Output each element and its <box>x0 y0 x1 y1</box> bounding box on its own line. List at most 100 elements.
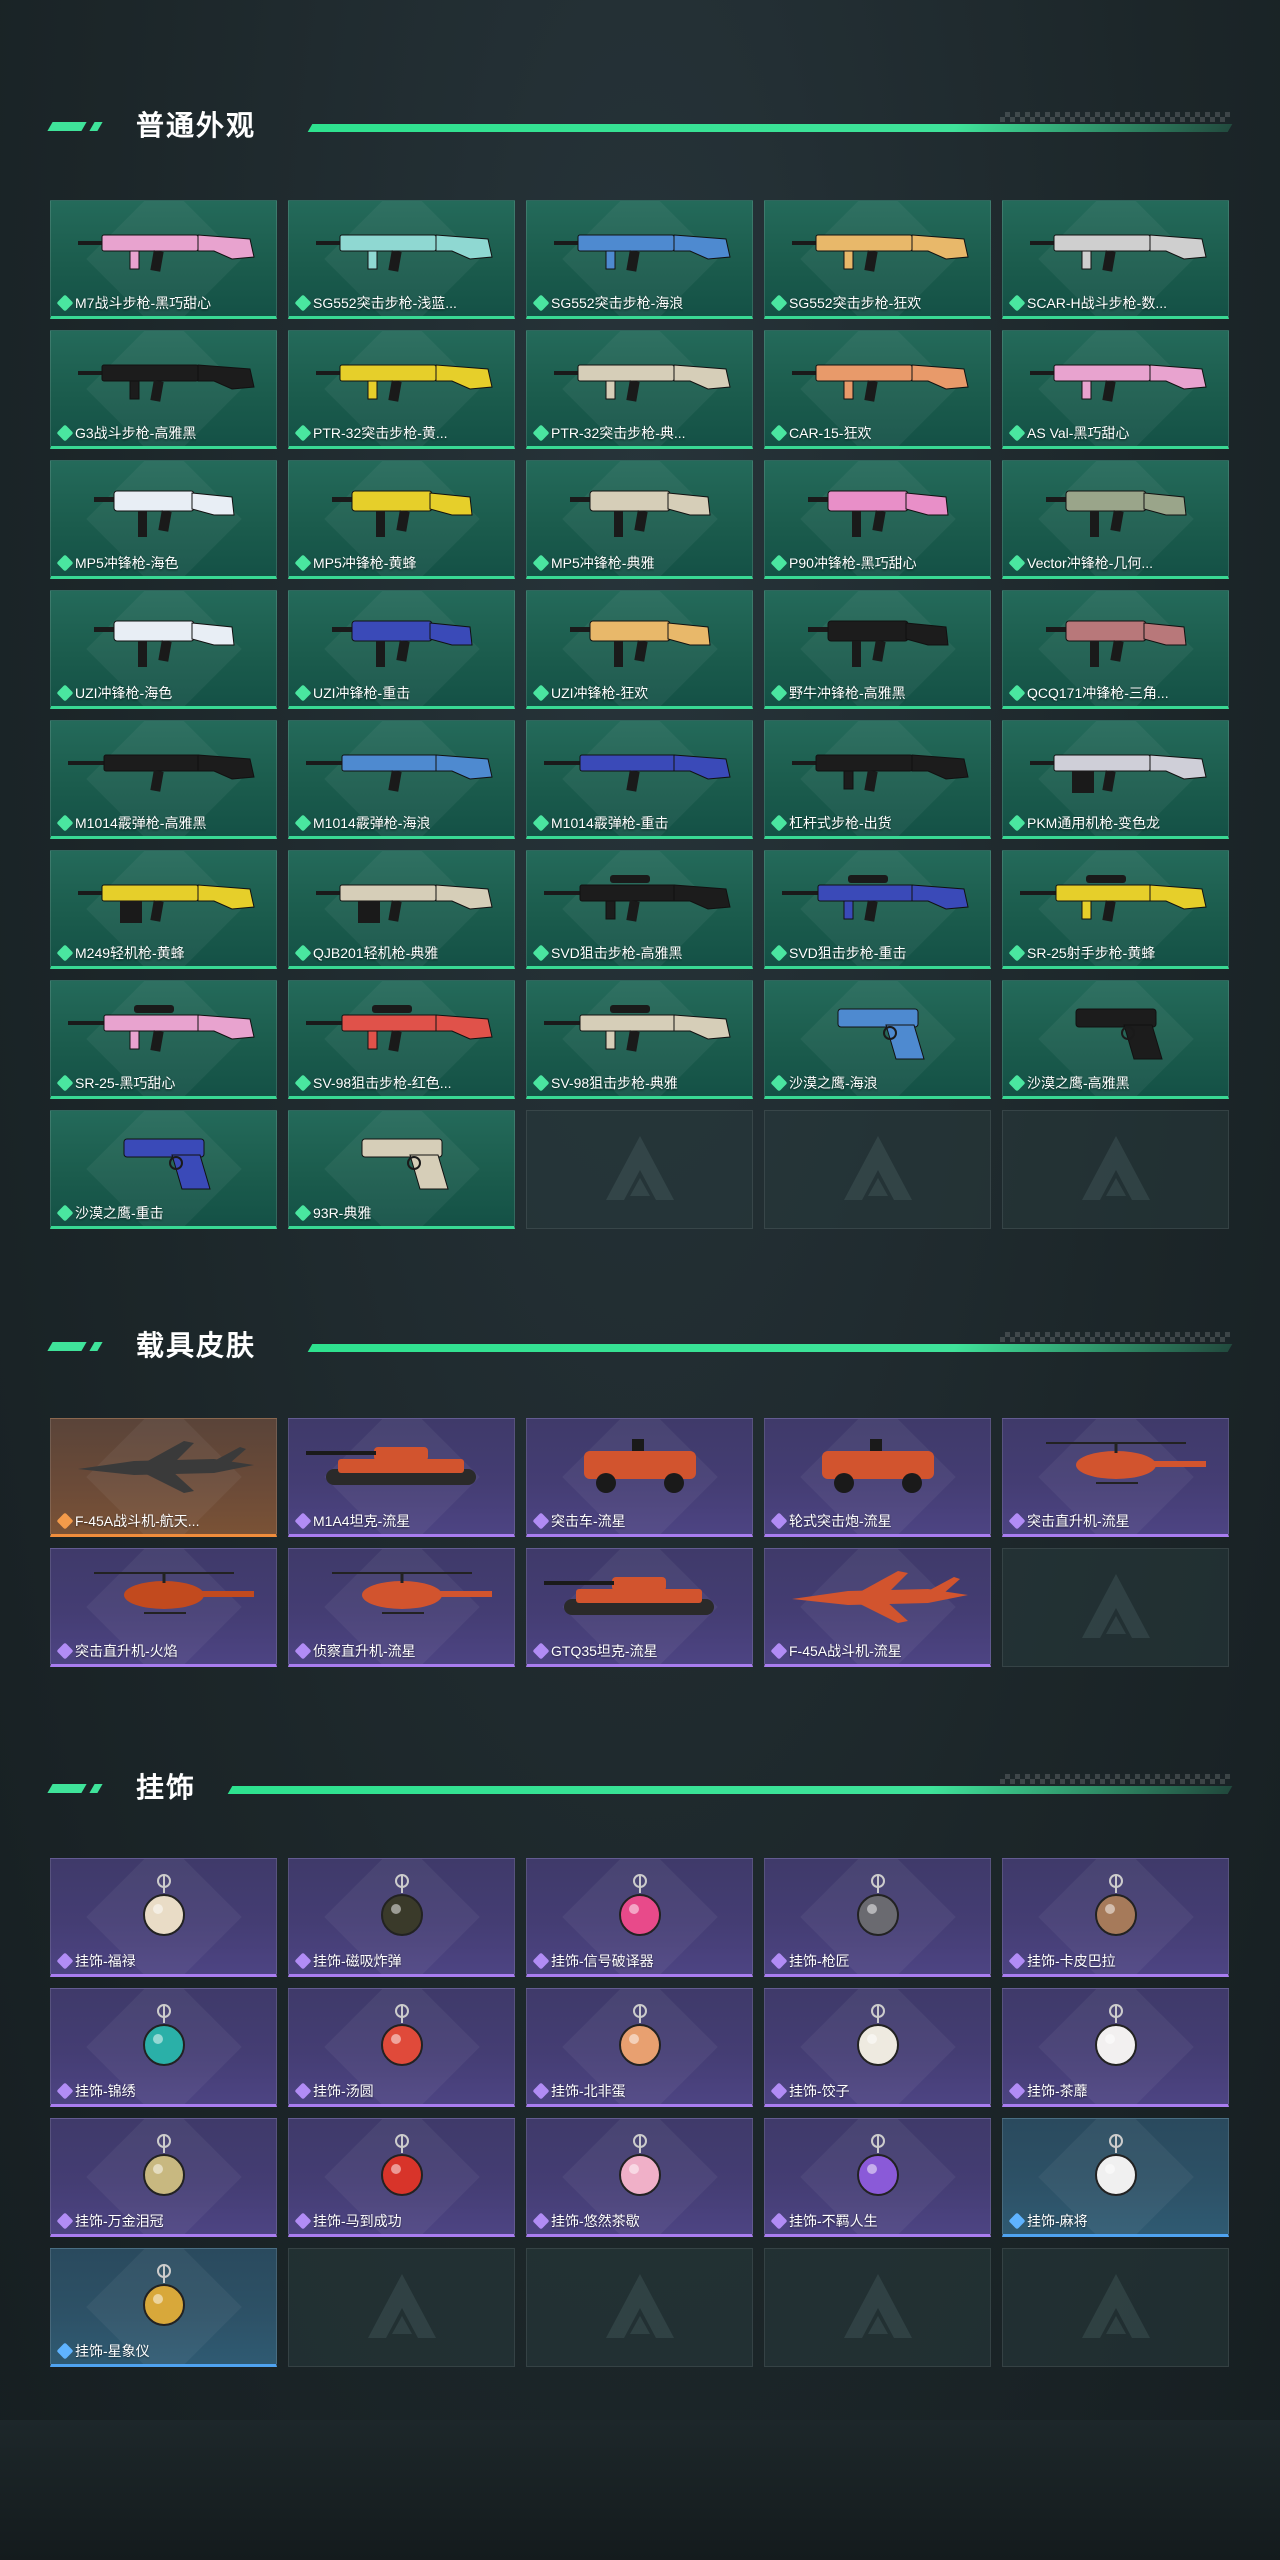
item-card[interactable]: 挂饰-茶蘼 <box>1002 1988 1229 2107</box>
item-card[interactable]: SV-98狙击步枪-典雅 <box>526 980 753 1099</box>
item-card[interactable]: F-45A战斗机-航天... <box>50 1418 277 1537</box>
item-card[interactable]: SG552突击步枪-浅蓝... <box>288 200 515 319</box>
item-card[interactable]: GTQ35坦克-流星 <box>526 1548 753 1667</box>
item-card[interactable]: SG552突击步枪-海浪 <box>526 200 753 319</box>
item-label: MP5冲锋枪-黄蜂 <box>313 555 417 571</box>
item-card[interactable]: 挂饰-信号破译器 <box>526 1858 753 1977</box>
item-card[interactable]: 沙漠之鹰-高雅黑 <box>1002 980 1229 1099</box>
empty-slot <box>764 1110 991 1229</box>
item-card[interactable]: 突击车-流星 <box>526 1418 753 1537</box>
item-card[interactable]: PTR-32突击步枪-黄... <box>288 330 515 449</box>
item-card[interactable]: 挂饰-不羁人生 <box>764 2118 991 2237</box>
rarity-diamond-icon <box>294 684 312 702</box>
item-label: SV-98狙击步枪-典雅 <box>551 1075 678 1091</box>
item-label: PTR-32突击步枪-典... <box>551 425 686 441</box>
rarity-diamond-icon <box>56 2082 74 2100</box>
item-label-row: AS Val-黑巧甜心 <box>1008 424 1129 442</box>
item-card[interactable]: AS Val-黑巧甜心 <box>1002 330 1229 449</box>
item-label: 挂饰-北非蛋 <box>551 2083 626 2099</box>
item-card[interactable]: UZI冲锋枪-重击 <box>288 590 515 709</box>
item-card[interactable]: 挂饰-星象仪 <box>50 2248 277 2367</box>
item-card[interactable]: SG552突击步枪-狂欢 <box>764 200 991 319</box>
rifle-icon <box>64 215 264 290</box>
item-card[interactable]: MP5冲锋枪-海色 <box>50 460 277 579</box>
item-card[interactable]: 93R-典雅 <box>288 1110 515 1229</box>
item-card[interactable]: 挂饰-饺子 <box>764 1988 991 2107</box>
item-card[interactable]: M1014霰弹枪-高雅黑 <box>50 720 277 839</box>
item-card[interactable]: PKM通用机枪-变色龙 <box>1002 720 1229 839</box>
item-card[interactable]: 沙漠之鹰-海浪 <box>764 980 991 1099</box>
item-label: Vector冲锋枪-几何... <box>1027 555 1154 571</box>
item-card[interactable]: 挂饰-麻将 <box>1002 2118 1229 2237</box>
item-card[interactable]: M1014霰弹枪-重击 <box>526 720 753 839</box>
smg-icon <box>302 605 502 680</box>
footer-band <box>0 2420 1280 2560</box>
rifle-icon <box>1016 215 1216 290</box>
item-card[interactable]: 挂饰-枪匠 <box>764 1858 991 1977</box>
item-card[interactable]: MP5冲锋枪-黄蜂 <box>288 460 515 579</box>
item-card[interactable]: F-45A战斗机-流星 <box>764 1548 991 1667</box>
item-card[interactable]: SV-98狙击步枪-红色... <box>288 980 515 1099</box>
smg-icon <box>64 605 264 680</box>
item-label-row: CAR-15-狂欢 <box>770 424 871 442</box>
item-label-row: 挂饰-悠然茶歇 <box>532 2212 640 2230</box>
item-label: 挂饰-麻将 <box>1027 2213 1088 2229</box>
item-card[interactable]: 突击直升机-火焰 <box>50 1548 277 1667</box>
item-card[interactable]: 侦察直升机-流星 <box>288 1548 515 1667</box>
item-card[interactable]: SR-25射手步枪-黄蜂 <box>1002 850 1229 969</box>
item-card[interactable]: M1014霰弹枪-海浪 <box>288 720 515 839</box>
charm-icon <box>1016 1873 1216 1948</box>
item-card[interactable]: 挂饰-汤圆 <box>288 1988 515 2107</box>
item-label-row: 挂饰-磁吸炸弹 <box>294 1952 402 1970</box>
machine-gun-icon <box>64 865 264 940</box>
item-label-row: MP5冲锋枪-黄蜂 <box>294 554 417 572</box>
item-card[interactable]: 挂饰-马到成功 <box>288 2118 515 2237</box>
item-card[interactable]: 杠杆式步枪-出货 <box>764 720 991 839</box>
item-card[interactable]: SVD狙击步枪-重击 <box>764 850 991 969</box>
item-card[interactable]: 挂饰-磁吸炸弹 <box>288 1858 515 1977</box>
rarity-diamond-icon <box>770 1952 788 1970</box>
rarity-diamond-icon <box>532 684 550 702</box>
item-card[interactable]: 挂饰-锦绣 <box>50 1988 277 2107</box>
item-label: UZI冲锋枪-重击 <box>313 685 411 701</box>
item-card[interactable]: SCAR-H战斗步枪-数... <box>1002 200 1229 319</box>
item-label: 挂饰-磁吸炸弹 <box>313 1953 402 1969</box>
item-label: UZI冲锋枪-海色 <box>75 685 173 701</box>
item-label: 沙漠之鹰-高雅黑 <box>1027 1075 1130 1091</box>
item-label-row: SR-25-黑巧甜心 <box>56 1074 175 1092</box>
rarity-diamond-icon <box>770 2082 788 2100</box>
item-card[interactable]: 挂饰-福禄 <box>50 1858 277 1977</box>
item-label: 杠杆式步枪-出货 <box>789 815 892 831</box>
item-card[interactable]: P90冲锋枪-黑巧甜心 <box>764 460 991 579</box>
rarity-diamond-icon <box>56 554 74 572</box>
item-card[interactable]: 野牛冲锋枪-高雅黑 <box>764 590 991 709</box>
smg-icon <box>64 475 264 550</box>
item-card[interactable]: 沙漠之鹰-重击 <box>50 1110 277 1229</box>
item-card[interactable]: 挂饰-悠然茶歇 <box>526 2118 753 2237</box>
item-card[interactable]: 挂饰-卡皮巴拉 <box>1002 1858 1229 1977</box>
item-label: 野牛冲锋枪-高雅黑 <box>789 685 906 701</box>
item-card[interactable]: UZI冲锋枪-狂欢 <box>526 590 753 709</box>
section-title: 普通外观 <box>136 110 257 141</box>
item-card[interactable]: M249轻机枪-黄蜂 <box>50 850 277 969</box>
item-card[interactable]: G3战斗步枪-高雅黑 <box>50 330 277 449</box>
item-card[interactable]: SVD狙击步枪-高雅黑 <box>526 850 753 969</box>
item-card[interactable]: M7战斗步枪-黑巧甜心 <box>50 200 277 319</box>
item-card[interactable]: 轮式突击炮-流星 <box>764 1418 991 1537</box>
item-card[interactable]: UZI冲锋枪-海色 <box>50 590 277 709</box>
item-card[interactable]: M1A4坦克-流星 <box>288 1418 515 1537</box>
item-card[interactable]: QJB201轻机枪-典雅 <box>288 850 515 969</box>
item-card[interactable]: PTR-32突击步枪-典... <box>526 330 753 449</box>
item-label-row: SV-98狙击步枪-典雅 <box>532 1074 678 1092</box>
item-card[interactable]: 突击直升机-流星 <box>1002 1418 1229 1537</box>
item-card[interactable]: 挂饰-北非蛋 <box>526 1988 753 2107</box>
item-card[interactable]: Vector冲锋枪-几何... <box>1002 460 1229 579</box>
item-card[interactable]: SR-25-黑巧甜心 <box>50 980 277 1099</box>
item-card[interactable]: QCQ171冲锋枪-三角... <box>1002 590 1229 709</box>
item-card[interactable]: CAR-15-狂欢 <box>764 330 991 449</box>
rarity-diamond-icon <box>770 2212 788 2230</box>
rarity-diamond-icon <box>770 1512 788 1530</box>
item-label: MP5冲锋枪-典雅 <box>551 555 655 571</box>
item-card[interactable]: 挂饰-万金泪冠 <box>50 2118 277 2237</box>
item-card[interactable]: MP5冲锋枪-典雅 <box>526 460 753 579</box>
